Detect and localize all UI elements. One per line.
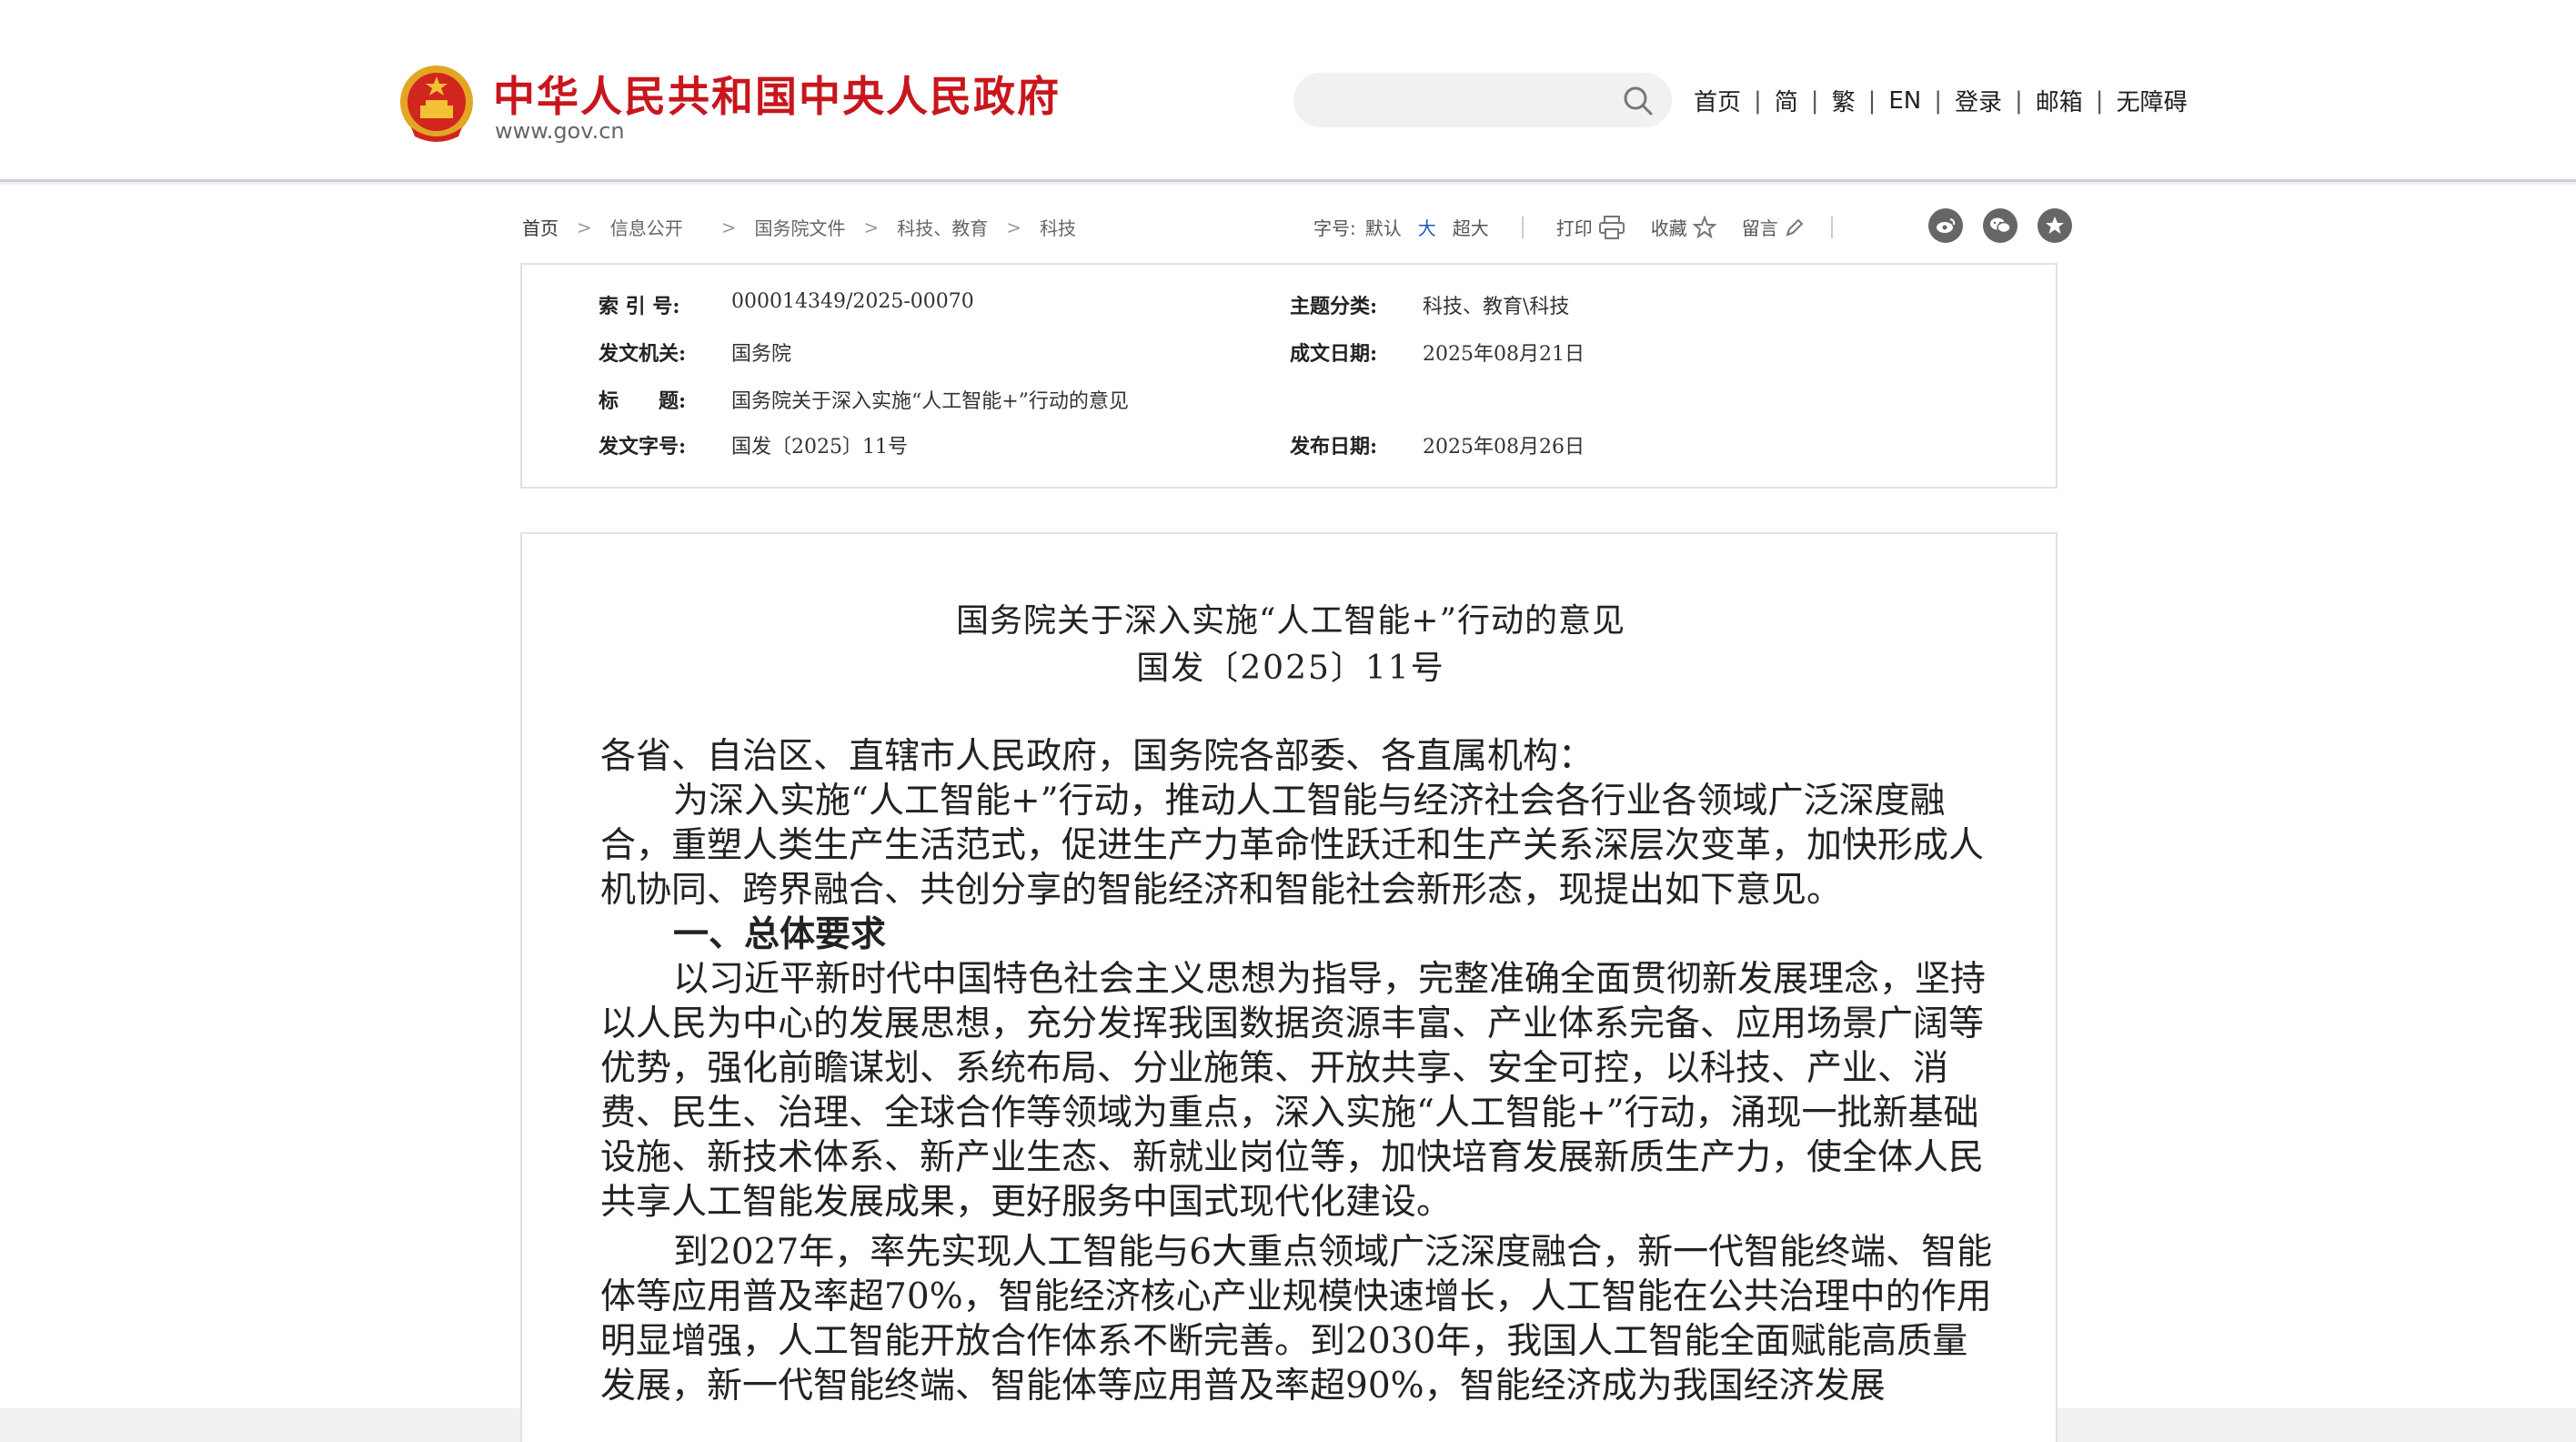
meta-index: 索 引 号: 000014349/2025-00070 [599,290,974,319]
meta-issuer: 发文机关: 国务院 [599,338,791,367]
meta-value: 000014349/2025-00070 [731,290,974,313]
section-heading: 一、总体要求 [673,913,887,955]
nav-separator: | [2095,86,2104,115]
nav-home[interactable]: 首页 [1694,84,1741,117]
meta-key: 成文日期: [1290,342,1378,366]
page-content: 首页 > 信息公开 > 国务院文件 > 科技、教育 > 科技 字号: 默认 大 … [0,185,2576,1442]
search-box[interactable] [1293,73,1672,127]
chevron-right-icon: > [720,216,737,238]
nav-english[interactable]: EN [1888,87,1921,115]
meta-value: 国务院 [731,343,792,366]
page-tools: 字号: 默认 大 超大 打印 收藏 留言 [1313,214,1866,240]
font-size-default[interactable]: 默认 [1365,214,1402,240]
meta-key: 主题分类: [1290,295,1378,318]
meta-key: 发布日期: [1290,435,1378,459]
breadcrumb-state-council-docs[interactable]: 国务院文件 [755,214,846,240]
meta-published-date: 发布日期: 2025年08月26日 [1290,430,1585,459]
print-label: 打印 [1555,217,1593,239]
share-buttons [1908,208,2072,243]
nav-login[interactable]: 登录 [1955,84,2002,117]
site-header: 中华人民共和国中央人民政府 www.gov.cn 首页 | 简 | 繁 | EN | 登… [0,0,2576,182]
font-size-label: 字号: [1313,217,1356,239]
meta-key: 索 引 号: [599,295,680,318]
nav-simplified[interactable]: 简 [1775,84,1798,117]
meta-value: 国发〔2025〕11号 [731,436,908,459]
meta-title: 标 题: 国务院关于深入实施“人工智能+”行动的意见 [599,385,1129,414]
document-metadata: 索 引 号: 000014349/2025-00070 主题分类: 科技、教育\… [520,263,2058,489]
search-input[interactable] [1315,73,1606,127]
meta-doc-number: 发文字号: 国发〔2025〕11号 [599,430,908,459]
font-size-large[interactable]: 大 [1418,214,1436,240]
salutation: 各省、自治区、直辖市人民政府，国务院各部委、各直属机构： [600,736,1595,777]
nav-separator: | [1754,86,1762,115]
favorite-label: 收藏 [1650,217,1687,239]
nav-accessibility[interactable]: 无障碍 [2117,84,2188,117]
chevron-right-icon: > [1006,216,1022,238]
printer-icon [1598,215,1625,239]
pencil-icon [1786,218,1804,237]
wechat-icon[interactable] [1983,208,2018,243]
weibo-icon[interactable] [1928,208,1963,243]
site-name[interactable]: 中华人民共和国中央人民政府 [493,64,1061,124]
article-text: 各省、自治区、直辖市人民政府，国务院各部委、各直属机构： 为深入实施“人工智能+… [600,734,2001,1408]
search-icon[interactable] [1623,86,1654,116]
national-emblem-icon[interactable] [398,64,475,146]
nav-mail[interactable]: 邮箱 [2036,84,2083,117]
paragraph: 到2027年，率先实现人工智能与6大重点领域广泛深度融合，新一代智能终端、智能体… [600,1232,1993,1407]
meta-written-date: 成文日期: 2025年08月21日 [1290,338,1585,367]
meta-value: 2025年08月21日 [1423,343,1585,366]
meta-value: 科技、教育\科技 [1423,296,1570,318]
nav-separator: | [1867,86,1877,115]
divider [1521,216,1524,238]
print-button[interactable]: 打印 [1556,214,1625,240]
meta-key: 标 题: [599,389,687,413]
qzone-icon[interactable] [2038,208,2072,243]
meta-key: 发文机关: [599,342,687,366]
comment-button[interactable]: 留言 [1742,214,1806,240]
article-doc-number: 国发〔2025〕11号 [1136,650,1445,687]
favorite-button[interactable]: 收藏 [1651,214,1716,240]
paragraph: 以习近平新时代中国特色社会主义思想为指导，完整准确全面贯彻新发展理念，坚持以人民… [600,959,1987,1223]
article-toolbar: 首页 > 信息公开 > 国务院文件 > 科技、教育 > 科技 字号: 默认 大 … [522,208,2072,243]
breadcrumb-info[interactable]: 信息公开 [610,214,683,240]
nav-separator: | [1934,86,1942,115]
site-domain: www.gov.cn [495,118,625,144]
paragraph: 为深入实施“人工智能+”行动，推动人工智能与经济社会各行业各领域广泛深度融合，重… [600,781,1985,911]
meta-value: 2025年08月26日 [1423,436,1585,459]
meta-value: 国务院关于深入实施“人工智能+”行动的意见 [731,390,1129,413]
article-body: 国务院关于深入实施“人工智能+”行动的意见 国发〔2025〕11号 各省、自治区… [520,532,2058,1442]
chevron-right-icon: > [863,216,880,238]
chevron-right-icon: > [577,216,592,238]
breadcrumb-tech[interactable]: 科技 [1040,214,1076,240]
divider [1830,216,1833,238]
breadcrumb-sci-edu[interactable]: 科技、教育 [897,214,988,240]
top-nav: 首页 | 简 | 繁 | EN | 登录 | 邮箱 | 无障碍 [1694,84,2188,117]
star-icon [1692,215,1716,238]
comment-label: 留言 [1741,217,1778,239]
breadcrumb-home[interactable]: 首页 [522,214,558,240]
meta-key: 发文字号: [599,435,687,459]
nav-separator: | [1810,86,1819,115]
article-title: 国务院关于深入实施“人工智能+”行动的意见 [956,602,1625,640]
meta-topic: 主题分类: 科技、教育\科技 [1290,290,1569,319]
font-size-xlarge[interactable]: 超大 [1453,214,1489,240]
nav-separator: | [2015,86,2023,115]
breadcrumb: 首页 > 信息公开 > 国务院文件 > 科技、教育 > 科技 [522,214,1076,240]
nav-traditional[interactable]: 繁 [1832,84,1856,117]
